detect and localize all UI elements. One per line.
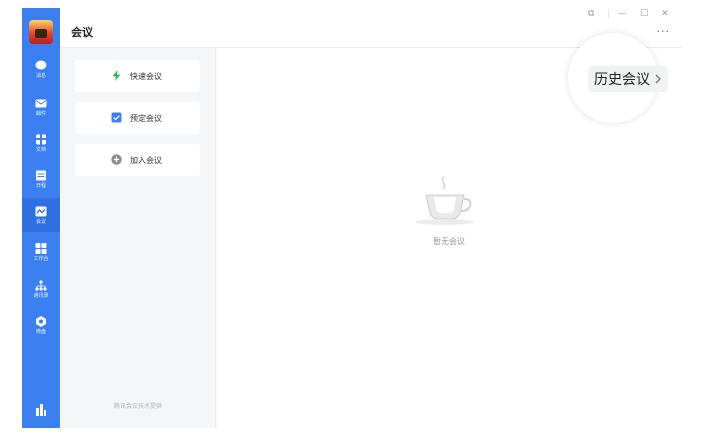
nav-item-messages[interactable]: 消息	[22, 52, 60, 86]
join-meeting-label: 加入会议	[130, 155, 162, 165]
nav-item-label: 会议	[35, 218, 46, 225]
window-control-divider: |	[607, 9, 611, 19]
meeting-icon	[35, 206, 47, 216]
schedule-meeting-button[interactable]: 预定会议	[75, 102, 200, 134]
close-icon[interactable]: ✕	[661, 8, 669, 20]
nav-item-disk[interactable]: 微盘	[22, 308, 60, 342]
nav-item-label: 通讯录	[33, 292, 49, 299]
workbench-grid-icon	[35, 242, 47, 254]
page-title: 会议	[71, 26, 93, 39]
more-options-icon[interactable]: ···	[657, 25, 671, 38]
nav-item-calendar[interactable]: 日程	[22, 162, 60, 196]
mail-icon	[35, 99, 47, 107]
minimize-icon[interactable]: —	[618, 8, 627, 20]
history-meetings-button[interactable]: 历史会议	[588, 66, 668, 92]
nav-item-label: 邮件	[35, 110, 46, 117]
contacts-tree-icon	[35, 279, 47, 291]
avatar[interactable]	[29, 20, 53, 44]
meeting-actions-panel: 快速会议 预定会议 加入会议 腾讯会议技术提供	[60, 48, 216, 428]
quick-meeting-label: 快速会议	[130, 71, 162, 81]
nav-item-contacts[interactable]: 通讯录	[22, 272, 60, 306]
coffee-cup-icon	[415, 176, 475, 225]
calendar-icon	[36, 170, 46, 180]
nav-item-label: 日程	[35, 182, 46, 189]
nav-item-mail[interactable]: 邮件	[22, 90, 60, 124]
disk-icon	[36, 315, 46, 327]
schedule-meeting-label: 预定会议	[130, 113, 162, 123]
chat-bubble-icon	[35, 60, 47, 69]
quick-meeting-button[interactable]: 快速会议	[75, 60, 200, 92]
bar-chart-icon[interactable]	[36, 404, 46, 416]
lightning-icon	[112, 70, 121, 81]
history-meetings-label: 历史会议	[594, 72, 650, 88]
provider-note: 腾讯会议技术提供	[113, 403, 162, 410]
nav-item-label: 微盘	[35, 328, 46, 335]
nav-rail: 消息 邮件 文档 日程 会议 工作台 通讯录 微盘	[22, 8, 60, 428]
join-meeting-button[interactable]: 加入会议	[75, 144, 200, 176]
checkbox-icon	[111, 112, 122, 123]
chevron-right-icon	[655, 74, 661, 84]
nav-item-workbench[interactable]: 工作台	[22, 235, 60, 269]
nav-item-label: 消息	[35, 72, 46, 79]
empty-state-label: 暂无会议	[433, 237, 465, 246]
maximize-icon[interactable]: ☐	[640, 8, 648, 20]
document-icon	[36, 134, 46, 144]
nav-item-meeting[interactable]: 会议	[22, 198, 60, 232]
plus-circle-icon	[111, 154, 122, 165]
nav-item-label: 工作台	[33, 255, 49, 262]
nav-item-docs[interactable]: 文档	[22, 126, 60, 160]
restore-window-icon[interactable]: ⧉	[588, 8, 594, 20]
nav-item-label: 文档	[35, 146, 46, 153]
